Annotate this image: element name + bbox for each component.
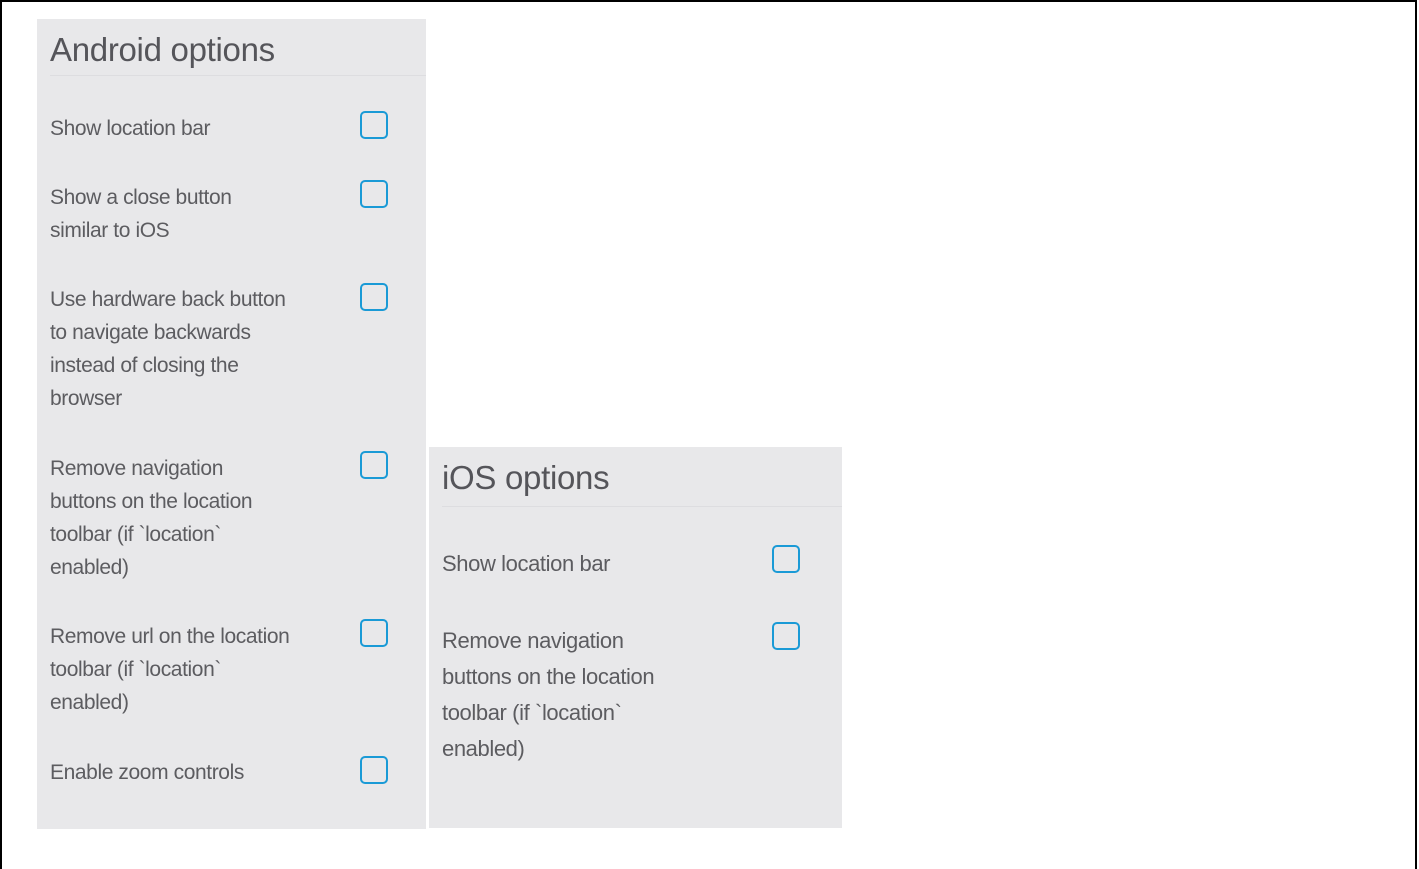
ios-options-panel: iOS options Show location bar Remove nav…: [429, 447, 842, 828]
android-options-title: Android options: [50, 31, 275, 68]
android-remove-url-checkbox[interactable]: [360, 619, 388, 647]
android-title-divider: [50, 75, 426, 76]
android-hardware-back-checkbox[interactable]: [360, 283, 388, 311]
android-zoom-controls-checkbox[interactable]: [360, 756, 388, 784]
android-options-panel: Android options Show location bar Show a…: [37, 19, 426, 829]
option-label: Show a close button similar to iOS: [50, 186, 232, 242]
android-remove-navigation-buttons-checkbox[interactable]: [360, 451, 388, 479]
option-label: Remove url on the location toolbar (if `…: [50, 625, 290, 714]
option-label: Show location bar: [50, 117, 211, 140]
ios-remove-navigation-buttons-checkbox[interactable]: [772, 622, 800, 650]
option-label: Use hardware back button to navigate bac…: [50, 288, 286, 410]
ios-options-title: iOS options: [442, 459, 610, 496]
option-label: Enable zoom controls: [50, 761, 244, 784]
ios-show-location-bar-checkbox[interactable]: [772, 545, 800, 573]
option-label: Remove navigation buttons on the locatio…: [442, 628, 655, 761]
option-label: Show location bar: [442, 551, 611, 576]
android-show-location-bar-checkbox[interactable]: [360, 111, 388, 139]
android-close-button-checkbox[interactable]: [360, 180, 388, 208]
option-label: Remove navigation buttons on the locatio…: [50, 457, 253, 579]
ios-title-divider: [442, 506, 842, 507]
